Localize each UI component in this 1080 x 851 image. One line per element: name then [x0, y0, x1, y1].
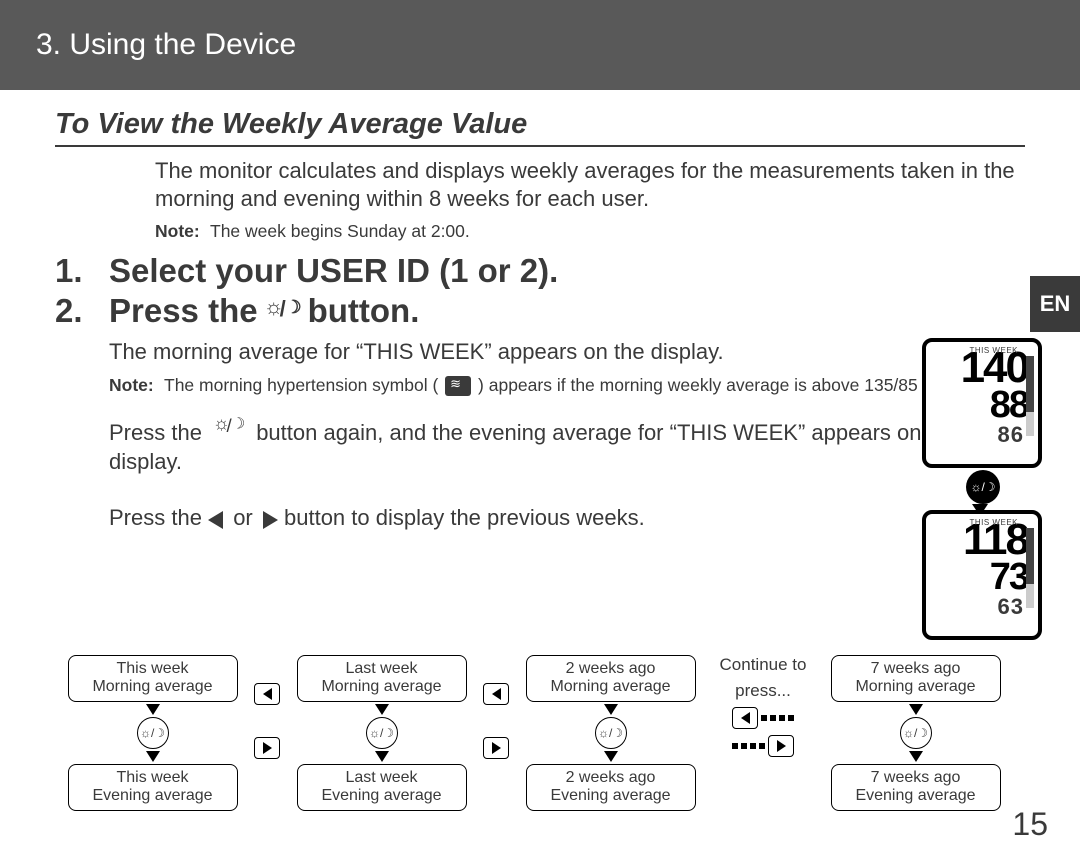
- flow-box-line1: 7 weeks ago: [842, 769, 990, 787]
- flow-box-morning: 2 weeks ago Morning average: [526, 655, 696, 702]
- sun-moon-button-icon: ☼/☽: [137, 717, 169, 749]
- continue-line1: Continue to: [720, 655, 807, 675]
- flow-box-line1: Last week: [308, 769, 456, 787]
- step-2-note-body: The morning hypertension symbol ( ) appe…: [164, 375, 1025, 396]
- flow-box-line2: Morning average: [308, 678, 456, 696]
- step-2: 2. Press the / button. The morning avera…: [55, 292, 1025, 533]
- sun-moon-button-icon: ☼/☽: [366, 717, 398, 749]
- flow-box-line1: 7 weeks ago: [842, 660, 990, 678]
- step-2-p3-a: Press the: [109, 505, 202, 530]
- down-arrow-icon: [604, 704, 618, 715]
- down-arrow-icon: [146, 751, 160, 762]
- nav-right-icon: [483, 737, 509, 759]
- flow-box-line2: Morning average: [537, 678, 685, 696]
- flow-box-line2: Evening average: [537, 787, 685, 805]
- device-week-label: THIS WEEK: [969, 346, 1018, 355]
- nav-left-icon: [254, 683, 280, 705]
- down-arrow-icon: [909, 751, 923, 762]
- step-2-p3: Press the or button to display the previ…: [109, 504, 1025, 533]
- flow-col: 2 weeks ago Morning average ☼/☽ 2 weeks …: [518, 655, 703, 811]
- step-1-number: 1.: [55, 252, 109, 290]
- section-title: To View the Weekly Average Value: [55, 108, 1025, 147]
- triangle-left-icon: [208, 511, 223, 529]
- nav-right-icon: [254, 737, 280, 759]
- device-week-label: THIS WEEK: [969, 518, 1018, 527]
- note-label: Note:: [155, 221, 210, 242]
- step-2-p2-a: Press the: [109, 420, 202, 445]
- device-dia: 73: [926, 560, 1038, 594]
- flow-box-morning: 7 weeks ago Morning average: [831, 655, 1001, 702]
- section-note: Note: The week begins Sunday at 2:00.: [55, 221, 1025, 242]
- flow-box-line2: Morning average: [842, 678, 990, 696]
- flow-continue: Continue to press...: [703, 655, 823, 757]
- step-2-heading: Press the / button.: [109, 292, 1025, 330]
- step-2-heading-b: button.: [308, 292, 420, 330]
- section-intro: The monitor calculates and displays week…: [55, 157, 1025, 213]
- flow-box-morning: Last week Morning average: [297, 655, 467, 702]
- flow-box-line1: 2 weeks ago: [537, 660, 685, 678]
- flow-box-line1: Last week: [308, 660, 456, 678]
- nav-right-dotted-icon: [732, 735, 794, 757]
- step-2-p1: The morning average for “THIS WEEK” appe…: [109, 338, 1025, 367]
- note-body: The week begins Sunday at 2:00.: [210, 221, 1025, 242]
- step-2-note-label: Note:: [109, 375, 164, 396]
- morning-hypertension-icon: [445, 376, 471, 396]
- triangle-right-icon: [263, 511, 278, 529]
- flow-box-line1: This week: [79, 769, 227, 787]
- step-2-p3-c: button to display the previous weeks.: [284, 505, 645, 530]
- step-2-note: Note: The morning hypertension symbol ( …: [109, 375, 1025, 396]
- nav-left-icon: [483, 683, 509, 705]
- flow-box-evening: 2 weeks ago Evening average: [526, 764, 696, 811]
- down-arrow-icon: [604, 751, 618, 762]
- flow-box-line1: 2 weeks ago: [537, 769, 685, 787]
- step-2-p3-b: or: [233, 505, 253, 530]
- step-2-p2: Press the / button again, and the evenin…: [109, 414, 1025, 476]
- sun-moon-button-icon: ☼/☽: [595, 717, 627, 749]
- step-2-note-a: The morning hypertension symbol (: [164, 375, 438, 395]
- flow-box-evening: This week Evening average: [68, 764, 238, 811]
- down-arrow-icon: [375, 704, 389, 715]
- flow-box-evening: Last week Evening average: [297, 764, 467, 811]
- chapter-title: 3. Using the Device: [36, 28, 296, 62]
- weekly-flow-diagram: This week Morning average ☼/☽ This week …: [60, 655, 1020, 811]
- step-1-heading: Select your USER ID (1 or 2).: [109, 252, 1025, 290]
- device-pulse: 86: [926, 422, 1038, 448]
- flow-box-line2: Evening average: [79, 787, 227, 805]
- step-1: 1. Select your USER ID (1 or 2).: [55, 252, 1025, 290]
- page-number: 15: [1012, 806, 1048, 843]
- device-pulse: 63: [926, 594, 1038, 620]
- flow-col: This week Morning average ☼/☽ This week …: [60, 655, 245, 811]
- down-arrow-icon: [375, 751, 389, 762]
- step-2-heading-a: Press the: [109, 292, 258, 330]
- flow-box-morning: This week Morning average: [68, 655, 238, 702]
- flow-box-line2: Evening average: [308, 787, 456, 805]
- sun-moon-button-icon: ☼/☽: [900, 717, 932, 749]
- device-display-morning: THIS WEEK 140 88 86: [922, 338, 1042, 468]
- flow-col: 7 weeks ago Morning average ☼/☽ 7 weeks …: [823, 655, 1008, 811]
- step-2-number: 2.: [55, 292, 109, 533]
- down-arrow-icon: [146, 704, 160, 715]
- device-level-bar: [1026, 356, 1034, 436]
- step-2-note-b: ) appears if the morning weekly average …: [478, 375, 979, 395]
- device-dia: 88: [926, 388, 1038, 422]
- device-level-bar: [1026, 528, 1034, 608]
- flow-nav: [474, 655, 518, 759]
- flow-box-line1: This week: [79, 660, 227, 678]
- sun-moon-icon: /: [213, 416, 245, 438]
- flow-box-line2: Morning average: [79, 678, 227, 696]
- flow-box-evening: 7 weeks ago Evening average: [831, 764, 1001, 811]
- flow-col: Last week Morning average ☼/☽ Last week …: [289, 655, 474, 811]
- flow-box-line2: Evening average: [842, 787, 990, 805]
- continue-line2: press...: [735, 681, 791, 701]
- sun-moon-icon: /: [264, 298, 302, 324]
- sun-moon-button-icon: ☼/☽: [966, 470, 1000, 504]
- flow-nav: [245, 655, 289, 759]
- device-display-evening: THIS WEEK 118 73 63: [922, 510, 1042, 640]
- chapter-header: 3. Using the Device: [0, 0, 1080, 90]
- nav-left-dotted-icon: [732, 707, 794, 729]
- down-arrow-icon: [909, 704, 923, 715]
